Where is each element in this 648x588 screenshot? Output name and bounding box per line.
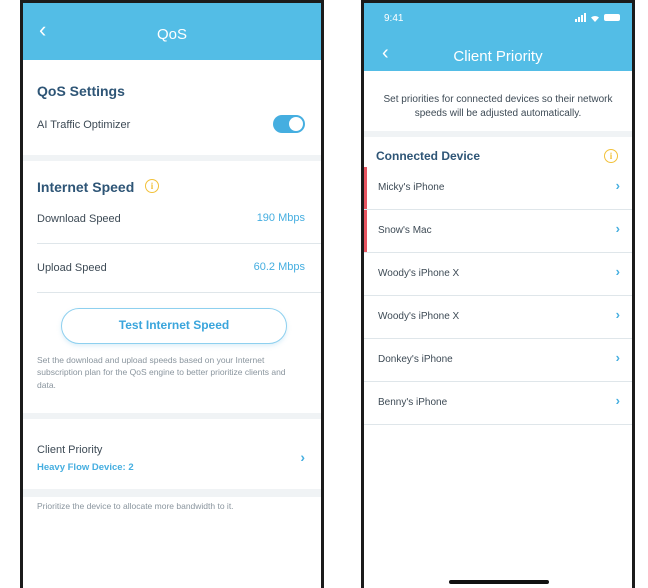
client-priority-header: 9:41 ‹ Client Priority (364, 3, 632, 71)
device-row[interactable]: Woody's iPhone X › (364, 296, 632, 339)
page-title: Client Priority (453, 48, 543, 65)
device-row[interactable]: Donkey's iPhone › (364, 339, 632, 382)
device-name: Woody's iPhone X (378, 311, 460, 322)
upload-speed-value: 60.2 Mbps (253, 261, 305, 273)
divider (37, 292, 321, 293)
intro-text: Set priorities for connected devices so … (383, 94, 613, 119)
divider (37, 243, 321, 244)
section-divider (23, 413, 321, 419)
device-row[interactable]: Benny's iPhone › (364, 382, 632, 425)
toggle-knob (289, 117, 303, 131)
upload-speed-label: Upload Speed (37, 262, 107, 274)
section-divider (364, 131, 632, 137)
client-priority-screen: 9:41 ‹ Client Priority Set priorities fo… (361, 0, 635, 588)
battery-icon (604, 14, 620, 21)
download-speed-value: 190 Mbps (256, 212, 305, 224)
status-icons (575, 13, 620, 22)
chevron-right-icon: › (615, 393, 620, 408)
chevron-right-icon: › (615, 307, 620, 322)
ai-traffic-optimizer-toggle[interactable] (273, 115, 305, 133)
internet-speed-title: Internet Speed (37, 179, 135, 195)
wifi-icon (591, 15, 599, 22)
chevron-right-icon: › (615, 221, 620, 236)
client-priority-row[interactable]: Client Priority Heavy Flow Device: 2 › (23, 433, 321, 489)
test-internet-speed-button[interactable]: Test Internet Speed (61, 308, 287, 344)
status-bar: 9:41 (364, 13, 632, 27)
chevron-right-icon: › (300, 449, 305, 465)
chevron-right-icon: › (615, 178, 620, 193)
heavy-flow-device-count: Heavy Flow Device: 2 (37, 462, 134, 473)
priority-note: Prioritize the device to allocate more b… (37, 501, 234, 511)
section-divider (23, 155, 321, 161)
chevron-right-icon: › (615, 264, 620, 279)
device-row[interactable]: Snow's Mac › (364, 210, 632, 253)
info-icon[interactable]: i (604, 149, 618, 163)
download-speed-label: Download Speed (37, 213, 121, 225)
device-name: Snow's Mac (378, 225, 432, 236)
device-name: Micky's iPhone (378, 182, 445, 193)
divider (364, 424, 632, 425)
device-row[interactable]: Micky's iPhone › (364, 167, 632, 210)
speed-note: Set the download and upload speeds based… (37, 355, 286, 390)
chevron-right-icon: › (615, 350, 620, 365)
section-divider (23, 489, 321, 497)
qos-settings-title: QoS Settings (37, 83, 125, 99)
qos-header: ‹ QoS (23, 3, 321, 60)
ai-traffic-optimizer-label: AI Traffic Optimizer (37, 119, 131, 131)
device-name: Donkey's iPhone (378, 354, 453, 365)
device-row[interactable]: Woody's iPhone X › (364, 253, 632, 296)
signal-icon (575, 13, 586, 22)
connected-device-title: Connected Device (376, 149, 481, 163)
status-time: 9:41 (384, 13, 404, 24)
device-name: Woody's iPhone X (378, 268, 460, 279)
device-name: Benny's iPhone (378, 397, 448, 408)
info-icon[interactable]: i (145, 179, 159, 193)
page-title: QoS (156, 26, 187, 43)
home-indicator[interactable] (449, 580, 549, 584)
client-priority-label: Client Priority (37, 444, 103, 456)
qos-screen: ‹ QoS QoS Settings AI Traffic Optimizer … (20, 0, 324, 588)
